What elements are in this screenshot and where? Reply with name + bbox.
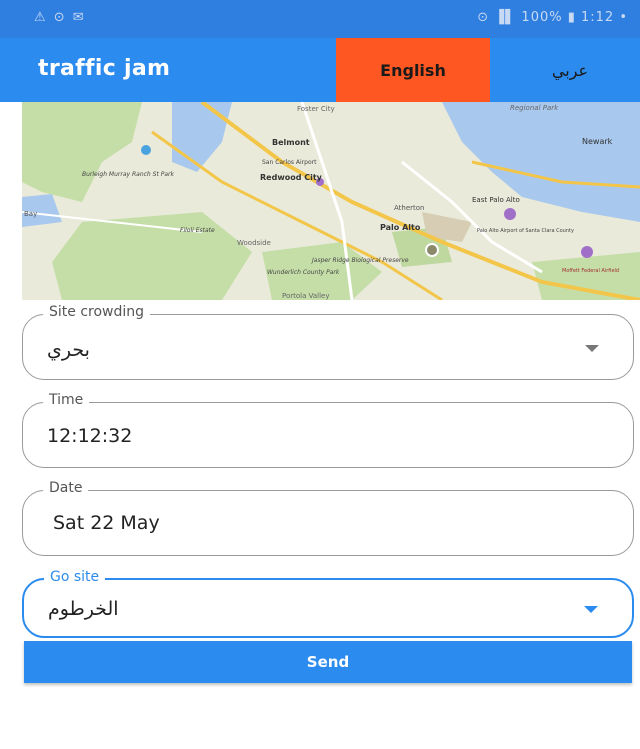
- map-view[interactable]: Foster City Regional Park Belmont Newark…: [22, 102, 640, 300]
- date-label: Date: [43, 480, 89, 496]
- map-label: Palo Alto Airport of Santa Clara County: [477, 228, 574, 234]
- map-image: Foster City Regional Park Belmont Newark…: [22, 102, 640, 300]
- map-label: Bay: [24, 210, 37, 218]
- map-label: Filoli Estate: [180, 227, 215, 234]
- go-site-label: Go site: [44, 569, 106, 585]
- english-language-button[interactable]: English: [336, 38, 490, 102]
- go-site-value: الخرطوم: [48, 598, 119, 620]
- date-value: Sat 22 May: [53, 512, 160, 534]
- app-title: traffic jam: [38, 56, 171, 81]
- map-label: Newark: [582, 137, 613, 146]
- map-label: Foster City: [297, 105, 335, 113]
- time-value: 12:12:32: [47, 425, 133, 447]
- status-system-info: ⊙ ▐▌ 100% ▮ 1:12 •: [477, 10, 628, 25]
- map-label: Redwood City: [260, 173, 323, 182]
- map-label: East Palo Alto: [472, 196, 520, 204]
- time-field[interactable]: Time 12:12:32: [22, 392, 634, 468]
- map-label: Burleigh Murray Ranch St Park: [82, 171, 174, 178]
- arabic-language-button[interactable]: عربي: [520, 38, 620, 102]
- dropdown-arrow-icon: [584, 606, 598, 613]
- map-label: Moffett Federal Airfield: [562, 268, 619, 274]
- site-crowding-label: Site crowding: [43, 304, 151, 320]
- send-button[interactable]: Send: [24, 641, 632, 683]
- map-label: Woodside: [237, 239, 271, 247]
- dropdown-arrow-icon: [585, 345, 599, 352]
- map-label: Atherton: [394, 204, 425, 212]
- map-label: Regional Park: [510, 104, 559, 112]
- map-label: Jasper Ridge Biological Preserve: [311, 257, 409, 264]
- status-bar: ⚠ ⊙ ✉ ⊙ ▐▌ 100% ▮ 1:12 •: [0, 0, 640, 38]
- map-label: Palo Alto: [380, 223, 421, 232]
- go-site-dropdown[interactable]: Go site الخرطوم: [22, 569, 634, 638]
- site-crowding-value: بحري: [47, 339, 90, 361]
- map-label: San Carlos Airport: [262, 159, 317, 166]
- date-field[interactable]: Date Sat 22 May: [22, 480, 634, 556]
- map-label: Belmont: [272, 138, 310, 147]
- map-label: Wunderlich County Park: [267, 269, 340, 276]
- app-bar: traffic jam English عربي: [0, 38, 640, 102]
- site-crowding-dropdown[interactable]: Site crowding بحري: [22, 304, 634, 380]
- map-label: Portola Valley: [282, 292, 330, 300]
- time-label: Time: [43, 392, 90, 408]
- status-notifications: ⚠ ⊙ ✉: [34, 10, 86, 25]
